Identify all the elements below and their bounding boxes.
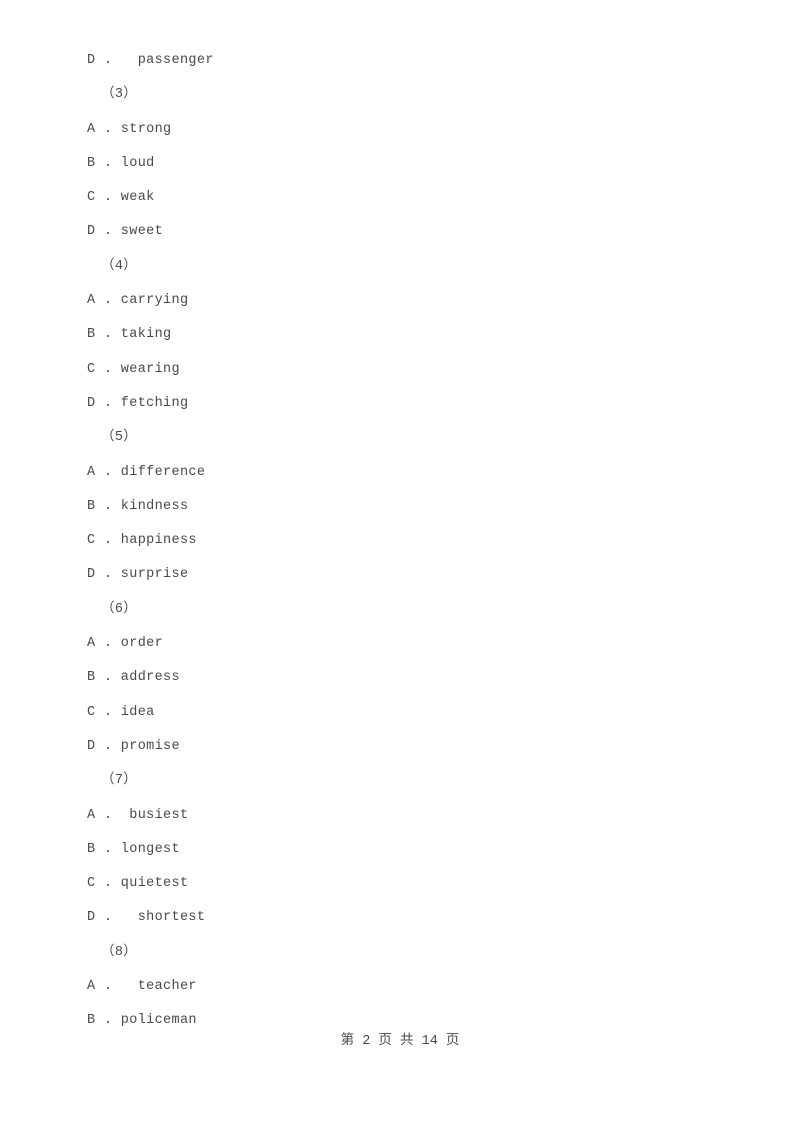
question-options-list: D . passenger （3） A . strong B . loud C . we…: [87, 44, 707, 1039]
answer-option: B . address: [87, 670, 180, 686]
answer-option: D . passenger: [87, 53, 214, 68]
answer-option: C . wearing: [87, 361, 180, 377]
answer-option: C . happiness: [87, 533, 197, 549]
answer-option: C . quietest: [87, 876, 189, 892]
question-number: （5）: [101, 430, 138, 446]
answer-option: A . order: [87, 636, 164, 652]
question-number: （8）: [101, 944, 138, 960]
answer-option: C . weak: [87, 190, 155, 206]
answer-option: D . shortest: [87, 910, 206, 926]
answer-option: C . idea: [87, 704, 155, 720]
answer-option: A . strong: [87, 121, 172, 137]
answer-option: B . longest: [87, 841, 180, 857]
answer-option: B . loud: [87, 155, 155, 171]
answer-option: A . teacher: [87, 979, 197, 995]
answer-option: B . taking: [87, 327, 172, 343]
question-number: （6）: [101, 601, 138, 617]
answer-option: D . surprise: [87, 567, 189, 583]
answer-option: D . sweet: [87, 224, 164, 240]
question-number: （4）: [101, 258, 138, 274]
answer-option: A . busiest: [87, 807, 189, 823]
question-number: （7）: [101, 773, 138, 789]
answer-option: D . promise: [87, 738, 180, 754]
answer-option: A . difference: [87, 464, 206, 480]
document-page: D . passenger （3） A . strong B . loud C . we…: [0, 0, 800, 1132]
answer-option: D . fetching: [87, 395, 189, 411]
answer-option: B . kindness: [87, 498, 189, 514]
question-number: （3）: [101, 87, 138, 103]
page-footer: 第 2 页 共 14 页: [340, 1034, 460, 1049]
answer-option: A . carrying: [87, 293, 189, 309]
